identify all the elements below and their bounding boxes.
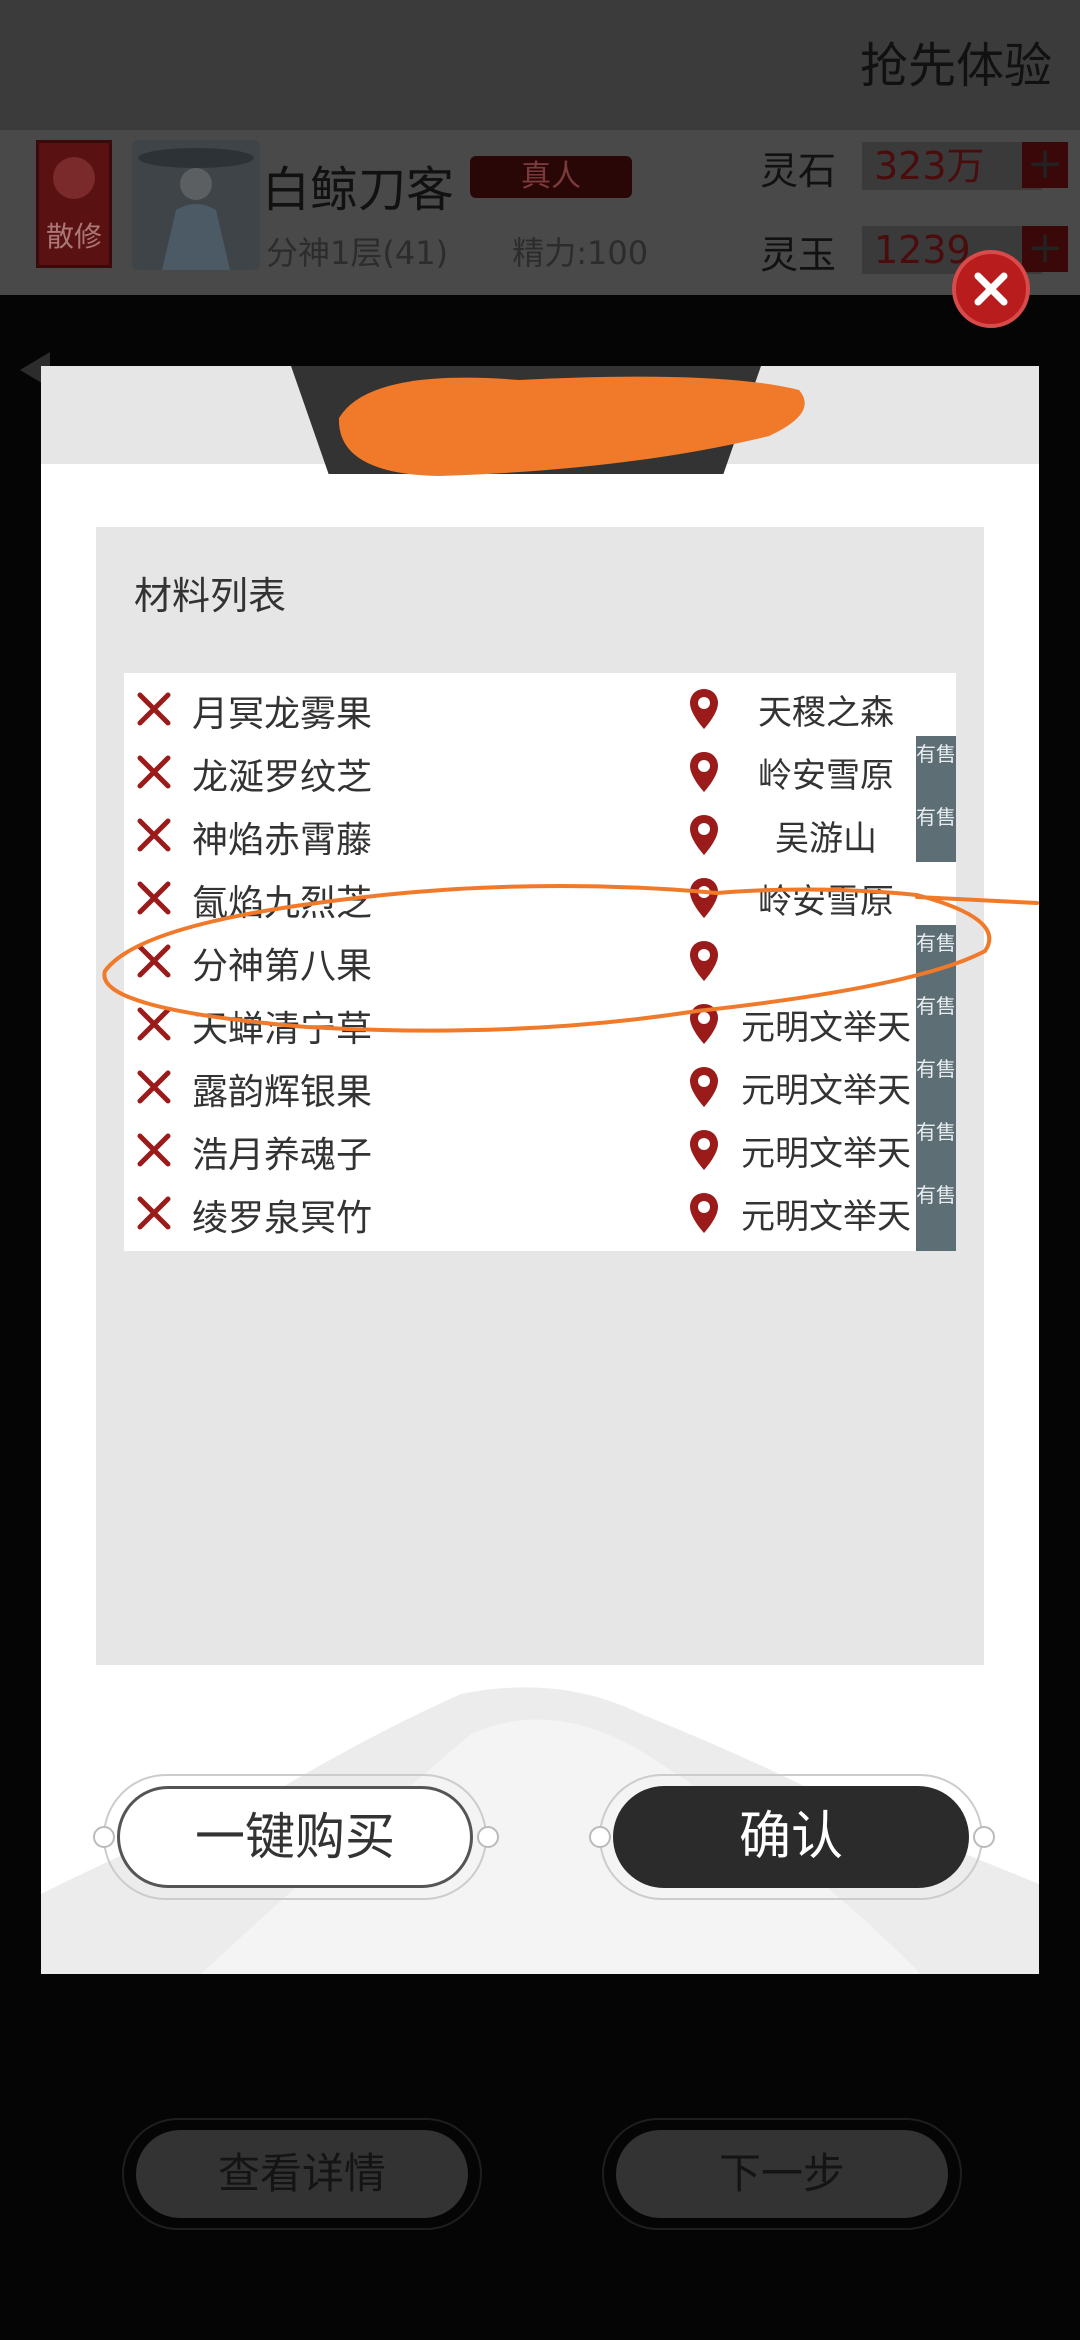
material-location: 元明文举天 (741, 1071, 911, 1111)
material-name: 神焰赤霄藤 (192, 820, 373, 861)
character-portrait-icon (138, 148, 254, 270)
next-step-button[interactable]: 下一步 (616, 2130, 948, 2218)
view-details-button[interactable]: 查看详情 (136, 2130, 468, 2218)
button-knob (477, 1826, 499, 1848)
material-location: 元明文举天 (741, 1197, 911, 1237)
location-pin-icon[interactable] (688, 750, 720, 794)
spirit-stone-value: 323万 (862, 142, 1042, 190)
material-location: 岭安雪原 (758, 756, 894, 796)
player-name: 白鲸刀客 (262, 162, 455, 218)
button-knob (589, 1826, 611, 1848)
material-name: 露韵辉银果 (192, 1072, 373, 1113)
close-icon (974, 272, 1008, 306)
realm-level: 分神1层(41) (266, 234, 449, 272)
missing-x-icon (137, 818, 171, 852)
energy-value: 精力:100 (512, 234, 649, 272)
spirit-jade-label: 灵玉 (760, 233, 837, 277)
real-person-badge: 真人 (470, 156, 632, 198)
confirm-button[interactable]: 确认 (613, 1786, 969, 1888)
add-spirit-stone-button[interactable]: + (1022, 142, 1068, 188)
lotus-icon (53, 157, 95, 199)
material-row[interactable]: 绫罗泉冥竹 元明文举天 有售 (124, 1177, 956, 1251)
material-name: 浩月养魂子 (192, 1135, 373, 1176)
on-sale-tag[interactable]: 有售 (916, 1177, 956, 1251)
missing-x-icon (137, 1070, 171, 1104)
material-name: 月冥龙雾果 (192, 694, 373, 735)
early-access-title: 抢先体验 (859, 38, 1052, 94)
spirit-stone-label: 灵石 (760, 149, 837, 193)
redaction-scribble (338, 376, 805, 476)
materials-dialog: 材料列表 月冥龙雾果 天稷之森 龙涎罗纹芝 岭安雪原 有售 神焰赤霄藤 吴游山 … (41, 366, 1039, 1974)
sect-label: 散修 (45, 220, 102, 253)
location-pin-icon[interactable] (688, 1128, 720, 1172)
material-name: 绫罗泉冥竹 (192, 1198, 373, 1239)
sect-badge[interactable]: 散修 (36, 140, 112, 268)
button-knob (973, 1826, 995, 1848)
buy-all-button[interactable]: 一键购买 (117, 1786, 473, 1888)
annotation-circle (102, 883, 1039, 1033)
avatar[interactable] (132, 140, 260, 270)
missing-x-icon (137, 1196, 171, 1230)
material-list-title: 材料列表 (134, 574, 287, 618)
location-pin-icon[interactable] (688, 813, 720, 857)
missing-x-icon (137, 755, 171, 789)
add-spirit-jade-button[interactable]: + (1022, 226, 1068, 272)
missing-x-icon (137, 692, 171, 726)
location-pin-icon[interactable] (688, 1191, 720, 1235)
material-location: 元明文举天 (741, 1134, 911, 1174)
player-stats: 分神1层(41) 精力:100 (266, 228, 702, 274)
button-knob (93, 1826, 115, 1848)
material-list-panel: 材料列表 月冥龙雾果 天稷之森 龙涎罗纹芝 岭安雪原 有售 神焰赤霄藤 吴游山 … (96, 527, 984, 1665)
material-location: 吴游山 (775, 819, 877, 859)
missing-x-icon (137, 1133, 171, 1167)
material-location: 天稷之森 (758, 693, 894, 733)
top-bar: 抢先体验 (0, 0, 1080, 130)
close-button[interactable] (952, 250, 1030, 328)
material-name: 龙涎罗纹芝 (192, 757, 373, 798)
location-pin-icon[interactable] (688, 1065, 720, 1109)
location-pin-icon[interactable] (688, 687, 720, 731)
